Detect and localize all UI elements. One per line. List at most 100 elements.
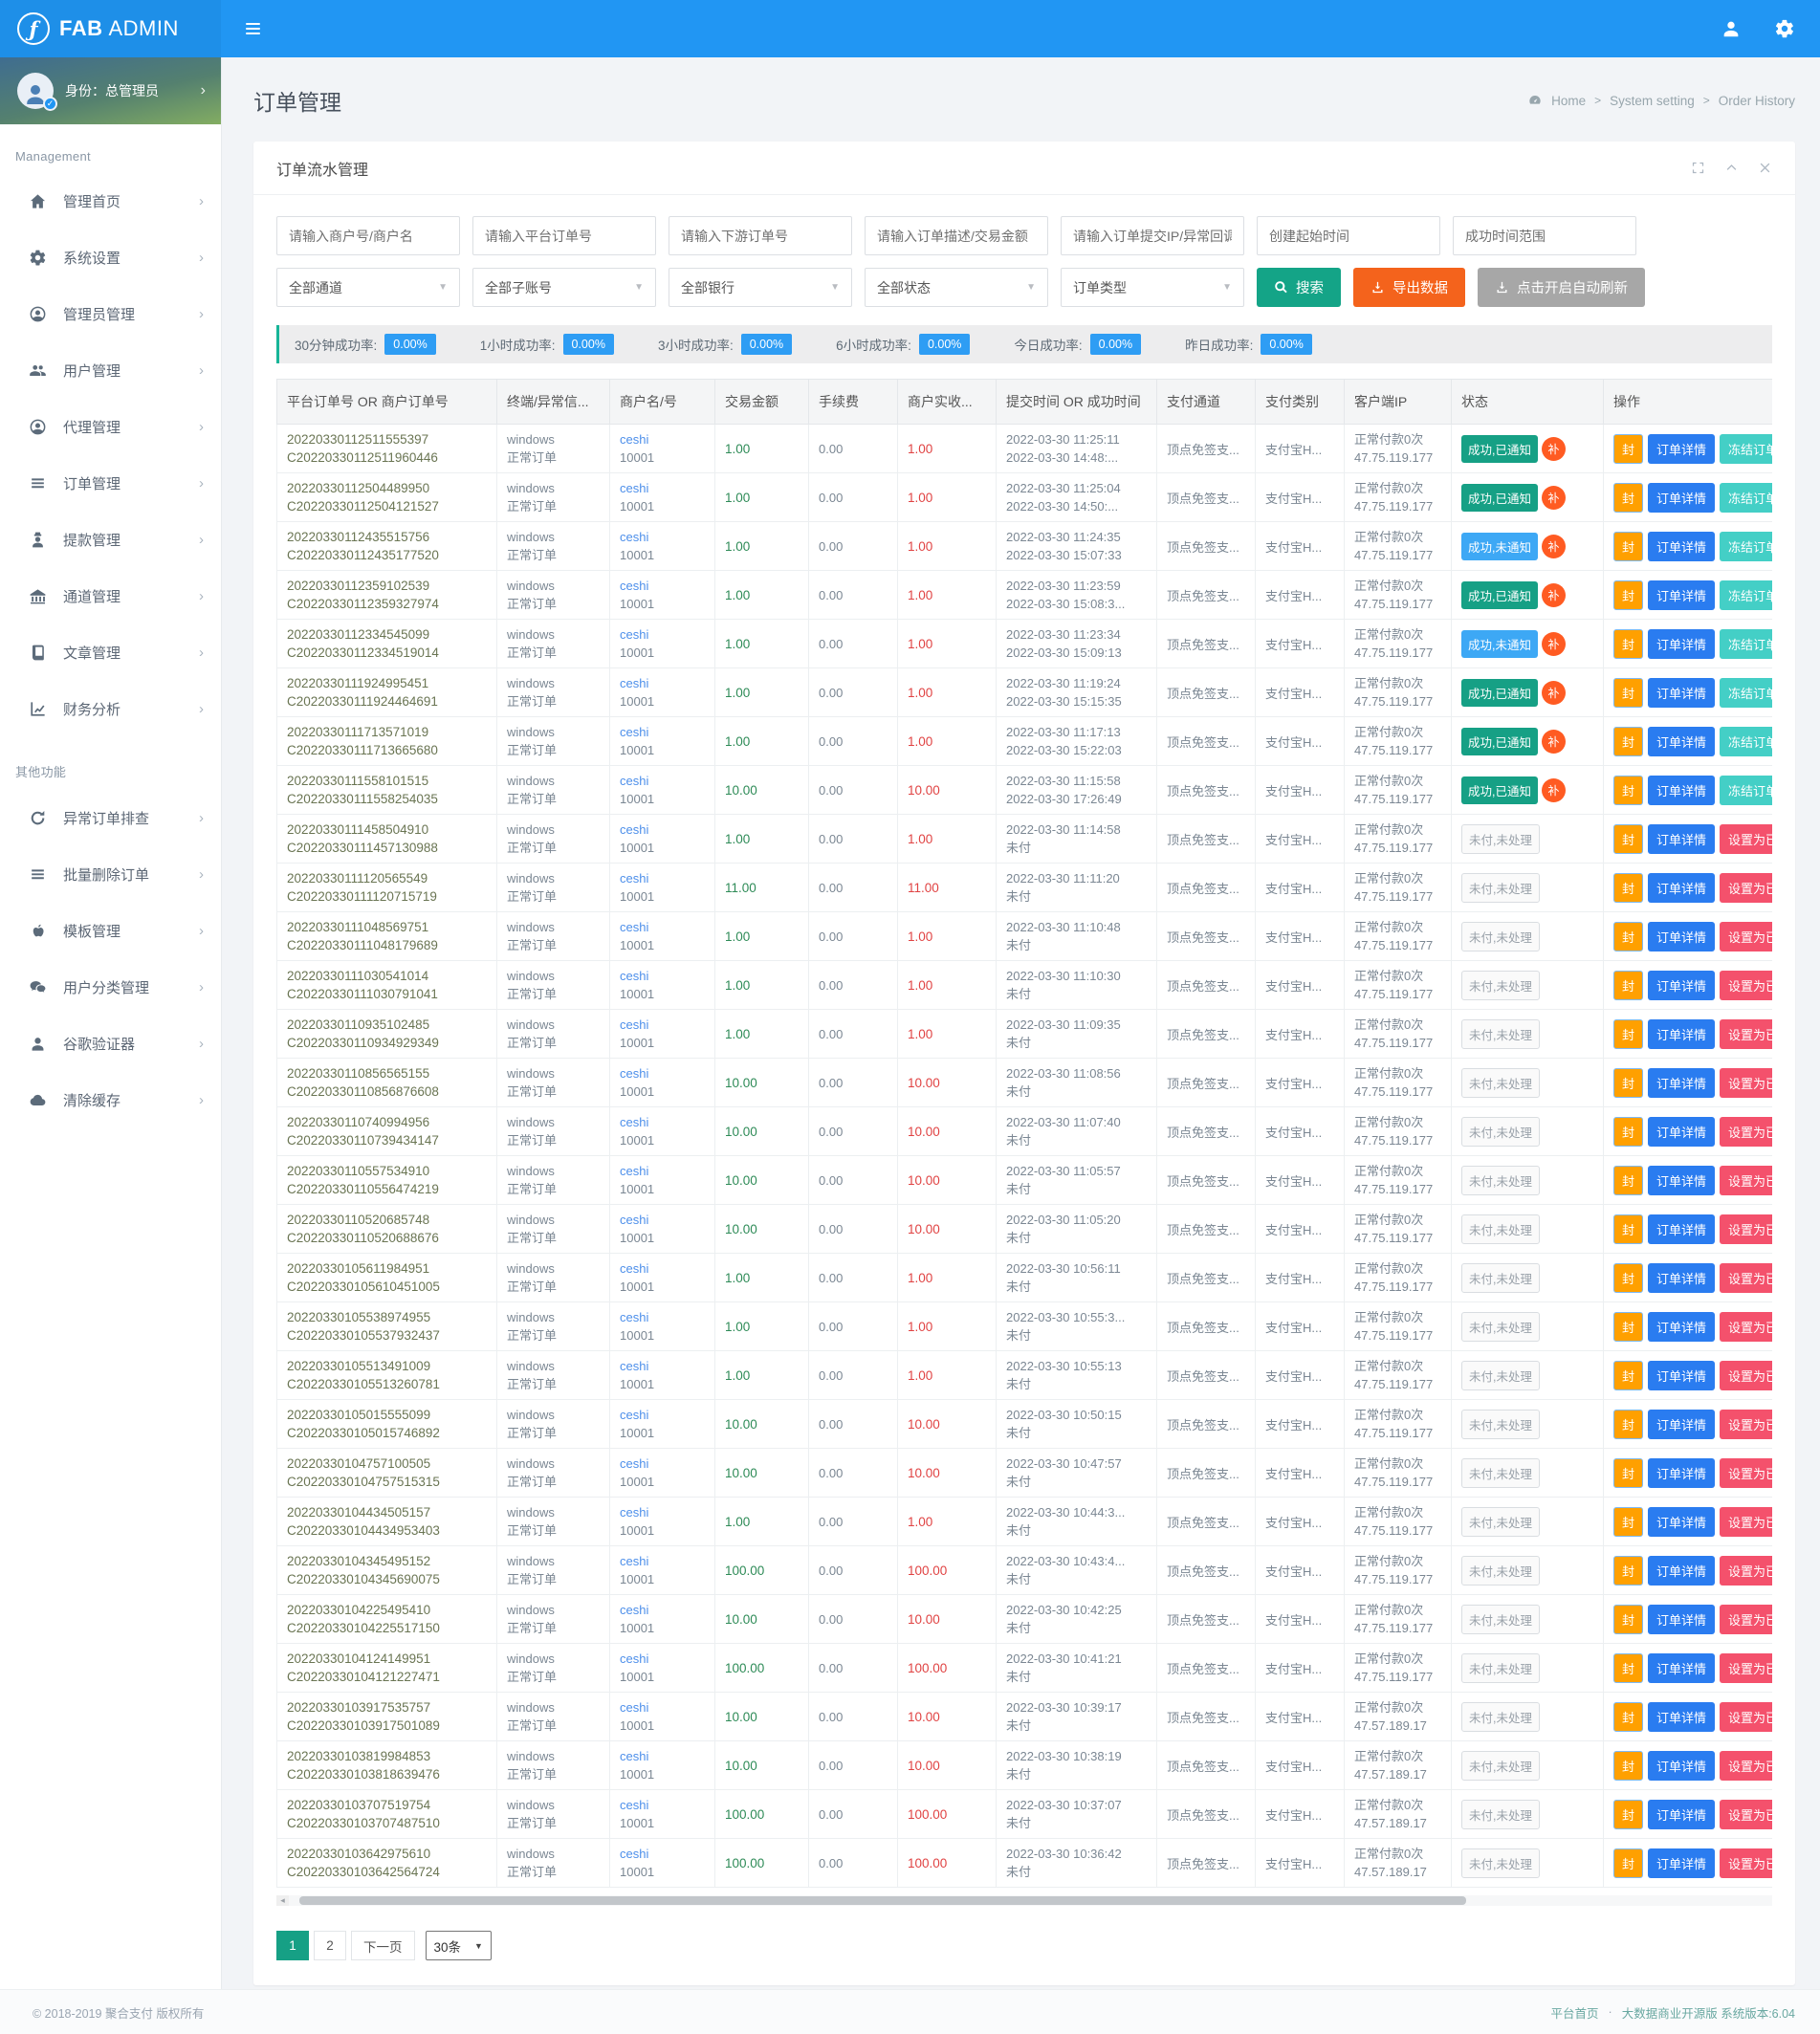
sidebar-item-清除缓存[interactable]: 清除缓存› <box>0 1072 221 1128</box>
scrollbar-thumb[interactable] <box>299 1896 1466 1905</box>
filter-input-6[interactable] <box>1453 216 1636 255</box>
order-detail-button[interactable]: 订单详情 <box>1648 1410 1715 1439</box>
resend-notify-button[interactable]: 补 <box>1542 437 1566 461</box>
search-button[interactable]: 搜索 <box>1257 268 1341 307</box>
set-paid-button[interactable]: 设置为已支付 <box>1720 1214 1772 1244</box>
set-paid-button[interactable]: 设置为已支付 <box>1720 1605 1772 1634</box>
set-paid-button[interactable]: 设置为已支付 <box>1720 1068 1772 1098</box>
merchant-link[interactable]: ceshi <box>620 1308 705 1326</box>
filter-select-2[interactable]: 全部银行▼ <box>669 268 852 307</box>
sidebar-item-通道管理[interactable]: 通道管理› <box>0 568 221 624</box>
sidebar-item-代理管理[interactable]: 代理管理› <box>0 399 221 455</box>
seal-order-button[interactable]: 封 <box>1613 434 1643 464</box>
sidebar-item-批量删除订单[interactable]: 批量删除订单› <box>0 846 221 903</box>
seal-order-button[interactable]: 封 <box>1613 1507 1643 1537</box>
seal-order-button[interactable]: 封 <box>1613 678 1643 708</box>
freeze-order-button[interactable]: 冻结订单 <box>1720 629 1772 659</box>
resend-notify-button[interactable]: 补 <box>1542 778 1566 802</box>
seal-order-button[interactable]: 封 <box>1613 1751 1643 1781</box>
sidebar-item-模板管理[interactable]: 模板管理› <box>0 903 221 959</box>
freeze-order-button[interactable]: 冻结订单 <box>1720 727 1772 756</box>
merchant-link[interactable]: ceshi <box>620 1162 705 1180</box>
order-detail-button[interactable]: 订单详情 <box>1648 1214 1715 1244</box>
auto-refresh-button[interactable]: 点击开启自动刷新 <box>1478 268 1645 307</box>
seal-order-button[interactable]: 封 <box>1613 1556 1643 1586</box>
merchant-link[interactable]: ceshi <box>620 1845 705 1863</box>
scroll-left-arrow-icon[interactable]: ◂ <box>276 1895 289 1906</box>
seal-order-button[interactable]: 封 <box>1613 1410 1643 1439</box>
seal-order-button[interactable]: 封 <box>1613 1702 1643 1732</box>
order-detail-button[interactable]: 订单详情 <box>1648 532 1715 561</box>
merchant-link[interactable]: ceshi <box>620 869 705 887</box>
freeze-order-button[interactable]: 冻结订单 <box>1720 532 1772 561</box>
sidebar-item-异常订单排查[interactable]: 异常订单排查› <box>0 790 221 846</box>
seal-order-button[interactable]: 封 <box>1613 824 1643 854</box>
merchant-link[interactable]: ceshi <box>620 1796 705 1814</box>
sidebar-item-提款管理[interactable]: 提款管理› <box>0 512 221 568</box>
set-paid-button[interactable]: 设置为已支付 <box>1720 1117 1772 1147</box>
sidebar-item-系统设置[interactable]: 系统设置› <box>0 230 221 286</box>
order-detail-button[interactable]: 订单详情 <box>1648 1751 1715 1781</box>
merchant-link[interactable]: ceshi <box>620 1552 705 1570</box>
set-paid-button[interactable]: 设置为已支付 <box>1720 1751 1772 1781</box>
collapse-icon[interactable] <box>1724 161 1739 175</box>
seal-order-button[interactable]: 封 <box>1613 1848 1643 1878</box>
merchant-link[interactable]: ceshi <box>620 820 705 839</box>
merchant-link[interactable]: ceshi <box>620 1064 705 1083</box>
export-data-button[interactable]: 导出数据 <box>1353 268 1465 307</box>
merchant-link[interactable]: ceshi <box>620 528 705 546</box>
freeze-order-button[interactable]: 冻结订单 <box>1720 434 1772 464</box>
set-paid-button[interactable]: 设置为已支付 <box>1720 1653 1772 1683</box>
set-paid-button[interactable]: 设置为已支付 <box>1720 1556 1772 1586</box>
set-paid-button[interactable]: 设置为已支付 <box>1720 1458 1772 1488</box>
seal-order-button[interactable]: 封 <box>1613 727 1643 756</box>
sidebar-item-订单管理[interactable]: 订单管理› <box>0 455 221 512</box>
close-icon[interactable] <box>1758 161 1772 175</box>
set-paid-button[interactable]: 设置为已支付 <box>1720 971 1772 1000</box>
filter-select-4[interactable]: 订单类型▼ <box>1061 268 1244 307</box>
menu-toggle-icon[interactable] <box>246 20 260 37</box>
sidebar-item-管理员管理[interactable]: 管理员管理› <box>0 286 221 342</box>
order-detail-button[interactable]: 订单详情 <box>1648 580 1715 610</box>
freeze-order-button[interactable]: 冻结订单 <box>1720 678 1772 708</box>
order-detail-button[interactable]: 订单详情 <box>1648 678 1715 708</box>
set-paid-button[interactable]: 设置为已支付 <box>1720 1507 1772 1537</box>
merchant-link[interactable]: ceshi <box>620 1016 705 1034</box>
horizontal-scrollbar[interactable]: ◂ <box>276 1895 1772 1906</box>
set-paid-button[interactable]: 设置为已支付 <box>1720 1312 1772 1342</box>
sidebar-item-用户管理[interactable]: 用户管理› <box>0 342 221 399</box>
merchant-link[interactable]: ceshi <box>620 577 705 595</box>
filter-input-0[interactable] <box>276 216 460 255</box>
user-icon[interactable] <box>1721 18 1742 39</box>
sidebar-item-谷歌验证器[interactable]: 谷歌验证器› <box>0 1016 221 1072</box>
seal-order-button[interactable]: 封 <box>1613 873 1643 903</box>
seal-order-button[interactable]: 封 <box>1613 483 1643 513</box>
order-detail-button[interactable]: 订单详情 <box>1648 1312 1715 1342</box>
seal-order-button[interactable]: 封 <box>1613 1653 1643 1683</box>
merchant-link[interactable]: ceshi <box>620 1406 705 1424</box>
merchant-link[interactable]: ceshi <box>620 1113 705 1131</box>
merchant-link[interactable]: ceshi <box>620 1650 705 1668</box>
seal-order-button[interactable]: 封 <box>1613 1019 1643 1049</box>
merchant-link[interactable]: ceshi <box>620 674 705 692</box>
order-detail-button[interactable]: 订单详情 <box>1648 1507 1715 1537</box>
set-paid-button[interactable]: 设置为已支付 <box>1720 1019 1772 1049</box>
seal-order-button[interactable]: 封 <box>1613 580 1643 610</box>
order-detail-button[interactable]: 订单详情 <box>1648 629 1715 659</box>
seal-order-button[interactable]: 封 <box>1613 776 1643 805</box>
seal-order-button[interactable]: 封 <box>1613 922 1643 951</box>
merchant-link[interactable]: ceshi <box>620 1601 705 1619</box>
merchant-link[interactable]: ceshi <box>620 1454 705 1473</box>
seal-order-button[interactable]: 封 <box>1613 1214 1643 1244</box>
order-detail-button[interactable]: 订单详情 <box>1648 1848 1715 1878</box>
merchant-link[interactable]: ceshi <box>620 967 705 985</box>
gear-icon[interactable] <box>1774 18 1795 39</box>
order-detail-button[interactable]: 订单详情 <box>1648 873 1715 903</box>
resend-notify-button[interactable]: 补 <box>1542 535 1566 558</box>
order-detail-button[interactable]: 订单详情 <box>1648 1019 1715 1049</box>
merchant-link[interactable]: ceshi <box>620 625 705 644</box>
set-paid-button[interactable]: 设置为已支付 <box>1720 1702 1772 1732</box>
seal-order-button[interactable]: 封 <box>1613 1458 1643 1488</box>
resend-notify-button[interactable]: 补 <box>1542 583 1566 607</box>
order-detail-button[interactable]: 订单详情 <box>1648 922 1715 951</box>
